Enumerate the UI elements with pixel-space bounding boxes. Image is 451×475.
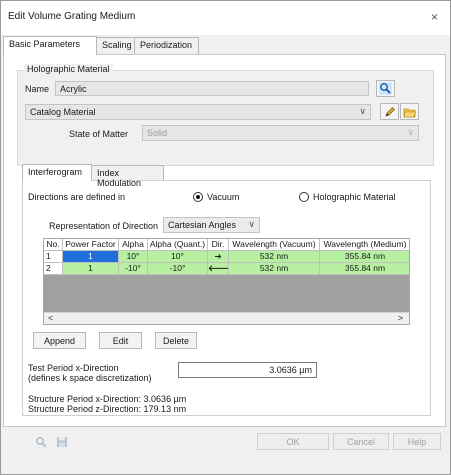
col-header-wavelength-vacuum[interactable]: Wavelength (Vacuum)	[229, 239, 320, 251]
col-header-alpha-quant[interactable]: Alpha (Quant.)	[148, 239, 208, 251]
tab-basic-parameters[interactable]: Basic Parameters	[3, 36, 97, 55]
directions-label: Directions are defined in	[28, 192, 126, 202]
catalog-material-value: Catalog Material	[30, 107, 96, 117]
catalog-material-dropdown[interactable]: Catalog Material ∨	[25, 104, 371, 120]
pencil-icon	[385, 106, 395, 116]
directions-table: No. Power Factor Alpha Alpha (Quant.) Di…	[43, 238, 410, 325]
chevron-down-icon: ∨	[407, 127, 414, 137]
holographic-material-radio[interactable]	[299, 192, 309, 202]
horizontal-scrollbar[interactable]: < >	[44, 312, 409, 324]
tab-periodization[interactable]: Periodization	[134, 37, 199, 54]
tab-scaling[interactable]: Scaling	[96, 37, 135, 54]
col-header-wavelength-medium[interactable]: Wavelength (Medium)	[320, 239, 409, 251]
structure-period-x: Structure Period x-Direction: 3.0636 µm	[28, 394, 187, 404]
col-header-no[interactable]: No.	[44, 239, 63, 251]
folder-icon	[403, 108, 416, 117]
state-of-matter-dropdown: Solid ∨	[142, 125, 419, 141]
save-button[interactable]	[52, 433, 71, 450]
cell-no[interactable]: 2	[44, 263, 63, 275]
test-period-sublabel: (defines k space discretization)	[28, 373, 152, 383]
search-icon	[379, 82, 392, 95]
zoom-button[interactable]	[31, 433, 50, 450]
direction-arrow-icon[interactable]: ➔	[208, 251, 229, 263]
cell-wavelength-medium[interactable]: 355.84 nm	[320, 263, 409, 275]
dialog-window: Edit Volume Grating Medium × Basic Param…	[0, 0, 451, 475]
open-catalog-button[interactable]	[400, 103, 419, 120]
tab-index-modulation[interactable]: Index Modulation	[91, 165, 164, 188]
edit-material-button[interactable]	[380, 103, 399, 120]
cell-alpha[interactable]: -10°	[119, 263, 148, 275]
search-button[interactable]	[376, 80, 395, 97]
cell-no[interactable]: 1	[44, 251, 63, 263]
cell-power-factor[interactable]: 1	[63, 251, 119, 263]
representation-value: Cartesian Angles	[168, 220, 237, 230]
floppy-disk-icon	[56, 436, 67, 447]
table-header: No. Power Factor Alpha Alpha (Quant.) Di…	[44, 239, 409, 251]
help-button[interactable]: Help	[393, 433, 441, 450]
col-header-power-factor[interactable]: Power Factor	[63, 239, 119, 251]
cell-wavelength-vacuum[interactable]: 532 nm	[229, 251, 320, 263]
name-field: Acrylic	[55, 81, 369, 96]
col-header-alpha[interactable]: Alpha	[119, 239, 148, 251]
chevron-down-icon: ∨	[248, 219, 255, 229]
search-icon	[35, 436, 46, 447]
window-title: Edit Volume Grating Medium	[8, 11, 136, 22]
cell-alpha-quant[interactable]: -10°	[148, 263, 208, 275]
tab-interferogram[interactable]: Interferogram	[22, 164, 92, 181]
col-header-dir[interactable]: Dir.	[208, 239, 229, 251]
state-of-matter-label: State of Matter	[69, 129, 129, 139]
cancel-button[interactable]: Cancel	[333, 433, 389, 450]
cell-alpha[interactable]: 10°	[119, 251, 148, 263]
close-icon[interactable]: ×	[431, 10, 438, 24]
representation-label: Representation of Direction	[49, 221, 159, 231]
scroll-left-icon[interactable]: <	[48, 313, 53, 323]
name-label: Name	[25, 84, 50, 94]
vacuum-radio-label[interactable]: Vacuum	[207, 192, 239, 202]
cell-power-factor[interactable]: 1	[63, 263, 119, 275]
table-row[interactable]: 1 1 10° 10° ➔ 532 nm 355.84 nm	[44, 251, 409, 263]
state-of-matter-value: Solid	[147, 128, 168, 138]
holographic-material-radio-label[interactable]: Holographic Material	[313, 192, 396, 202]
structure-period-z: Structure Period z-Direction: 179.13 nm	[28, 404, 187, 414]
ok-button[interactable]: OK	[257, 433, 329, 450]
direction-arrow-icon[interactable]: 🡐	[208, 263, 229, 275]
scroll-right-icon[interactable]: >	[398, 313, 403, 323]
cell-wavelength-vacuum[interactable]: 532 nm	[229, 263, 320, 275]
chevron-down-icon: ∨	[359, 106, 366, 116]
append-button[interactable]: Append	[33, 332, 86, 349]
table-row[interactable]: 2 1 -10° -10° 🡐 532 nm 355.84 nm	[44, 263, 409, 275]
cell-wavelength-medium[interactable]: 355.84 nm	[320, 251, 409, 263]
title-bar: Edit Volume Grating Medium ×	[1, 1, 450, 35]
representation-dropdown[interactable]: Cartesian Angles ∨	[163, 217, 260, 233]
cell-alpha-quant[interactable]: 10°	[148, 251, 208, 263]
delete-button[interactable]: Delete	[155, 332, 197, 349]
edit-button[interactable]: Edit	[99, 332, 142, 349]
name-value: Acrylic	[60, 84, 87, 94]
group-title: Holographic Material	[24, 64, 113, 74]
vacuum-radio[interactable]	[193, 192, 203, 202]
test-period-label: Test Period x-Direction	[28, 363, 119, 373]
test-period-input[interactable]: 3.0636 µm	[178, 362, 317, 378]
